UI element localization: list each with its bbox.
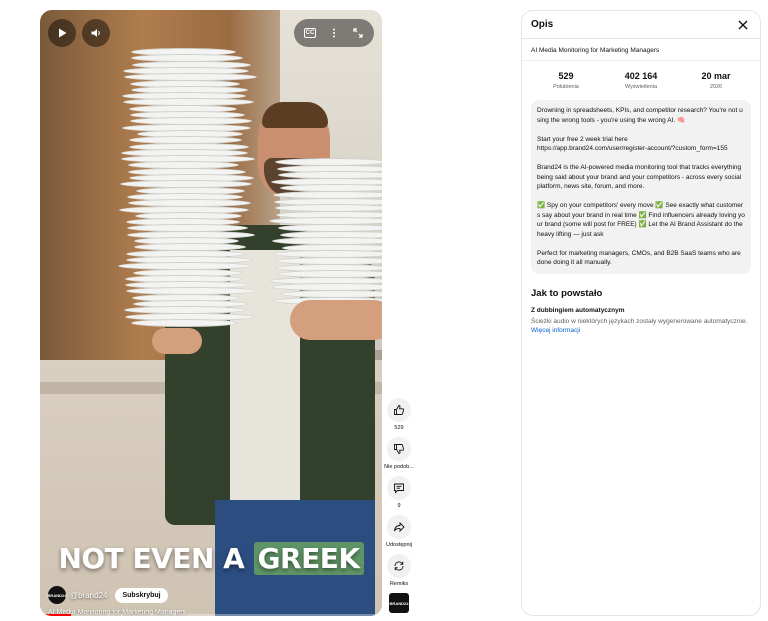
stat-views: 402 164 Wyświetlenia	[611, 71, 671, 90]
description-panel: Opis AI Media Monitoring for Marketing M…	[521, 10, 761, 616]
comment-icon	[394, 483, 404, 494]
close-button[interactable]	[735, 17, 751, 33]
caption-plain-text: NOT EVEN A	[58, 542, 245, 575]
dislike-button[interactable]	[387, 437, 411, 461]
close-icon	[738, 20, 748, 29]
description-video-title: AI Media Monitoring for Marketing Manage…	[522, 39, 760, 61]
remix-label: Remiks	[389, 581, 409, 587]
fullscreen-icon	[353, 28, 363, 38]
video-frame-right-hand	[290, 300, 382, 340]
stats-row: 529 Polubienia 402 164 Wyświetlenia 20 m…	[522, 61, 760, 96]
play-icon	[59, 28, 67, 38]
remix-icon	[394, 561, 404, 571]
panel-title: Opis	[531, 19, 554, 30]
dubbing-title: Z dubbingiem automatycznym	[531, 306, 625, 314]
description-paragraph: Perfect for marketing managers, CMOs, an…	[537, 249, 743, 267]
stat-label: Wyświetlenia	[624, 84, 658, 90]
stat-likes: 529 Polubienia	[536, 71, 596, 90]
share-button[interactable]	[387, 515, 411, 539]
player-top-controls: CC	[48, 18, 374, 48]
sound-thumbnail[interactable]: BRAND24	[389, 593, 409, 613]
comment-count: 9	[397, 503, 401, 509]
more-vertical-icon	[333, 28, 335, 38]
player-right-controls: CC	[294, 19, 374, 47]
panel-header: Opis	[522, 11, 760, 39]
captions-button[interactable]: CC	[298, 19, 322, 47]
comment-action: 9	[383, 476, 415, 511]
stat-value: 20 mar	[701, 71, 731, 81]
stat-label: 2026	[709, 84, 723, 90]
share-action: Udostępnij	[383, 515, 415, 550]
volume-button[interactable]	[82, 19, 110, 47]
progress-bar[interactable]	[40, 614, 382, 616]
more-options-button[interactable]	[322, 19, 346, 47]
more-info-link[interactable]: Więcej informacji	[531, 327, 580, 334]
remix-action: Remiks	[383, 554, 415, 589]
dubbing-text: Ścieżki audio w niektórych językach zost…	[522, 314, 760, 336]
volume-icon	[91, 29, 100, 37]
share-icon	[394, 521, 405, 533]
comment-button[interactable]	[387, 476, 411, 500]
remix-button[interactable]	[387, 554, 411, 578]
video-frame-left-hand	[152, 328, 202, 354]
plate-stack-right	[265, 158, 382, 308]
captions-icon: CC	[303, 28, 317, 38]
stat-value: 529	[558, 71, 574, 81]
action-rail: 529 Nie podob... 9 Udostępnij Remiks BRA…	[383, 398, 415, 613]
stat-value: 402 164	[624, 71, 658, 81]
channel-handle[interactable]: @brand24	[70, 591, 107, 600]
video-player[interactable]: CC NOT EVEN A GREEK BRAND24 @brand24 Sub…	[40, 10, 382, 616]
like-count: 529	[394, 425, 404, 431]
description-paragraph: Drowning in spreadsheets, KPIs, and comp…	[537, 107, 743, 124]
like-button[interactable]	[387, 398, 411, 422]
stat-date: 20 mar 2026	[686, 71, 746, 90]
progress-bar-fill	[40, 614, 71, 616]
stat-label: Polubienia	[553, 84, 579, 90]
description-paragraph: ✅ Spy on your competitors' every move ✅ …	[537, 202, 745, 238]
plate	[131, 318, 237, 327]
channel-row: BRAND24 @brand24 Subskrybuj	[48, 586, 168, 604]
play-button[interactable]	[48, 19, 76, 47]
description-paragraph: Brand24 is the AI-powered media monitori…	[537, 164, 743, 190]
video-caption: NOT EVEN A GREEK	[40, 542, 382, 575]
dislike-action: Nie podob...	[383, 437, 415, 472]
description-paragraph: Start your free 2 week trial here https:…	[537, 135, 728, 153]
fullscreen-button[interactable]	[346, 19, 370, 47]
dislike-label: Nie podob...	[384, 464, 414, 470]
how-made-heading: Jak to powstało	[531, 287, 603, 299]
like-action: 529	[383, 398, 415, 433]
thumbs-down-icon	[394, 444, 405, 454]
plate-stack-left	[102, 48, 272, 333]
caption-highlight-text: GREEK	[253, 542, 364, 575]
description-text: Drowning in spreadsheets, KPIs, and comp…	[531, 100, 751, 274]
dubbing-description: Ścieżki audio w niektórych językach zost…	[531, 317, 748, 325]
channel-avatar[interactable]: BRAND24	[48, 586, 66, 604]
subscribe-button[interactable]: Subskrybuj	[115, 587, 168, 603]
thumbs-up-icon	[394, 405, 405, 415]
share-label: Udostępnij	[386, 542, 412, 548]
